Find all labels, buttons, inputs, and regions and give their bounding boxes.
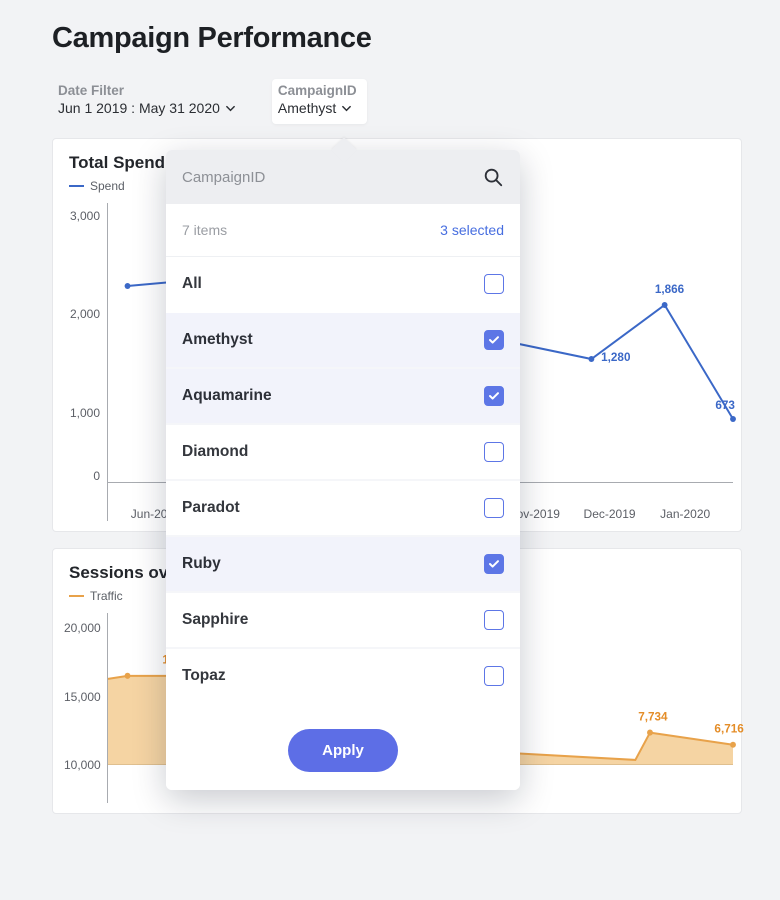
legend-swatch-icon (69, 185, 84, 187)
dropdown-item[interactable]: Aquamarine (166, 369, 520, 423)
svg-text:1,280: 1,280 (601, 350, 631, 364)
y-tick: 2,000 (64, 307, 100, 321)
page-title: Campaign Performance (52, 22, 742, 55)
dropdown-item[interactable]: Ruby (166, 537, 520, 591)
dropdown-all-row[interactable]: All (166, 257, 520, 311)
dropdown-meta: 7 items 3 selected (166, 204, 520, 257)
svg-text:7,734: 7,734 (638, 709, 668, 723)
filter-bar: Date Filter Jun 1 2019 : May 31 2020 Cam… (52, 79, 742, 124)
campaign-filter[interactable]: CampaignID Amethyst (272, 79, 367, 124)
checkbox[interactable] (484, 386, 504, 406)
y-tick: 20,000 (64, 621, 100, 635)
date-filter-label: Date Filter (58, 83, 236, 98)
svg-text:673: 673 (715, 398, 735, 412)
y-tick: 3,000 (64, 209, 100, 223)
y-tick: 10,000 (64, 758, 100, 772)
selected-count: 3 selected (440, 222, 504, 238)
svg-text:1,866: 1,866 (655, 282, 685, 296)
dropdown-item[interactable]: Amethyst (166, 313, 520, 367)
dropdown-item-label: Amethyst (182, 331, 253, 349)
dropdown-footer: Apply (166, 711, 520, 790)
chevron-down-icon (341, 103, 352, 114)
campaign-filter-text: Amethyst (278, 100, 336, 116)
apply-button[interactable]: Apply (288, 729, 398, 772)
dropdown-item[interactable]: Topaz (166, 649, 520, 703)
checkbox[interactable] (484, 554, 504, 574)
dropdown-item[interactable]: Diamond (166, 425, 520, 479)
y-tick: 1,000 (64, 406, 100, 420)
dropdown-list: Amethyst Aquamarine Diamond Paradot Ruby Sapp… (166, 313, 520, 703)
checkbox[interactable] (484, 610, 504, 630)
all-label: All (182, 275, 202, 293)
dropdown-item-label: Ruby (182, 555, 221, 573)
svg-text:6,716: 6,716 (714, 721, 744, 735)
date-filter-value[interactable]: Jun 1 2019 : May 31 2020 (58, 100, 236, 116)
items-count: 7 items (182, 222, 227, 238)
spend-legend-label: Spend (90, 179, 125, 193)
dropdown-item-label: Aquamarine (182, 387, 272, 405)
dropdown-item[interactable]: Sapphire (166, 593, 520, 647)
y-tick: 0 (64, 469, 100, 483)
campaign-filter-label: CampaignID (278, 83, 357, 98)
chevron-down-icon (225, 103, 236, 114)
checkbox[interactable] (484, 274, 504, 294)
campaign-filter-value[interactable]: Amethyst (278, 100, 357, 116)
dropdown-item-label: Paradot (182, 499, 240, 517)
campaign-dropdown: CampaignID 7 items 3 selected All Amethy… (166, 150, 520, 790)
dropdown-item-label: Diamond (182, 443, 248, 461)
date-filter[interactable]: Date Filter Jun 1 2019 : May 31 2020 (52, 79, 246, 124)
y-tick: 15,000 (64, 690, 100, 704)
x-tick: Jan-2020 (647, 507, 723, 521)
date-filter-text: Jun 1 2019 : May 31 2020 (58, 100, 220, 116)
dropdown-item-label: Sapphire (182, 611, 248, 629)
checkbox[interactable] (484, 442, 504, 462)
dropdown-item[interactable]: Paradot (166, 481, 520, 535)
checkbox[interactable] (484, 498, 504, 518)
checkbox[interactable] (484, 666, 504, 686)
dropdown-item-label: Topaz (182, 667, 226, 685)
search-icon[interactable] (482, 166, 504, 188)
legend-swatch-icon (69, 595, 84, 597)
dropdown-title: CampaignID (182, 169, 265, 186)
sessions-legend-label: Traffic (90, 589, 123, 603)
checkbox[interactable] (484, 330, 504, 350)
x-tick: Dec-2019 (572, 507, 648, 521)
